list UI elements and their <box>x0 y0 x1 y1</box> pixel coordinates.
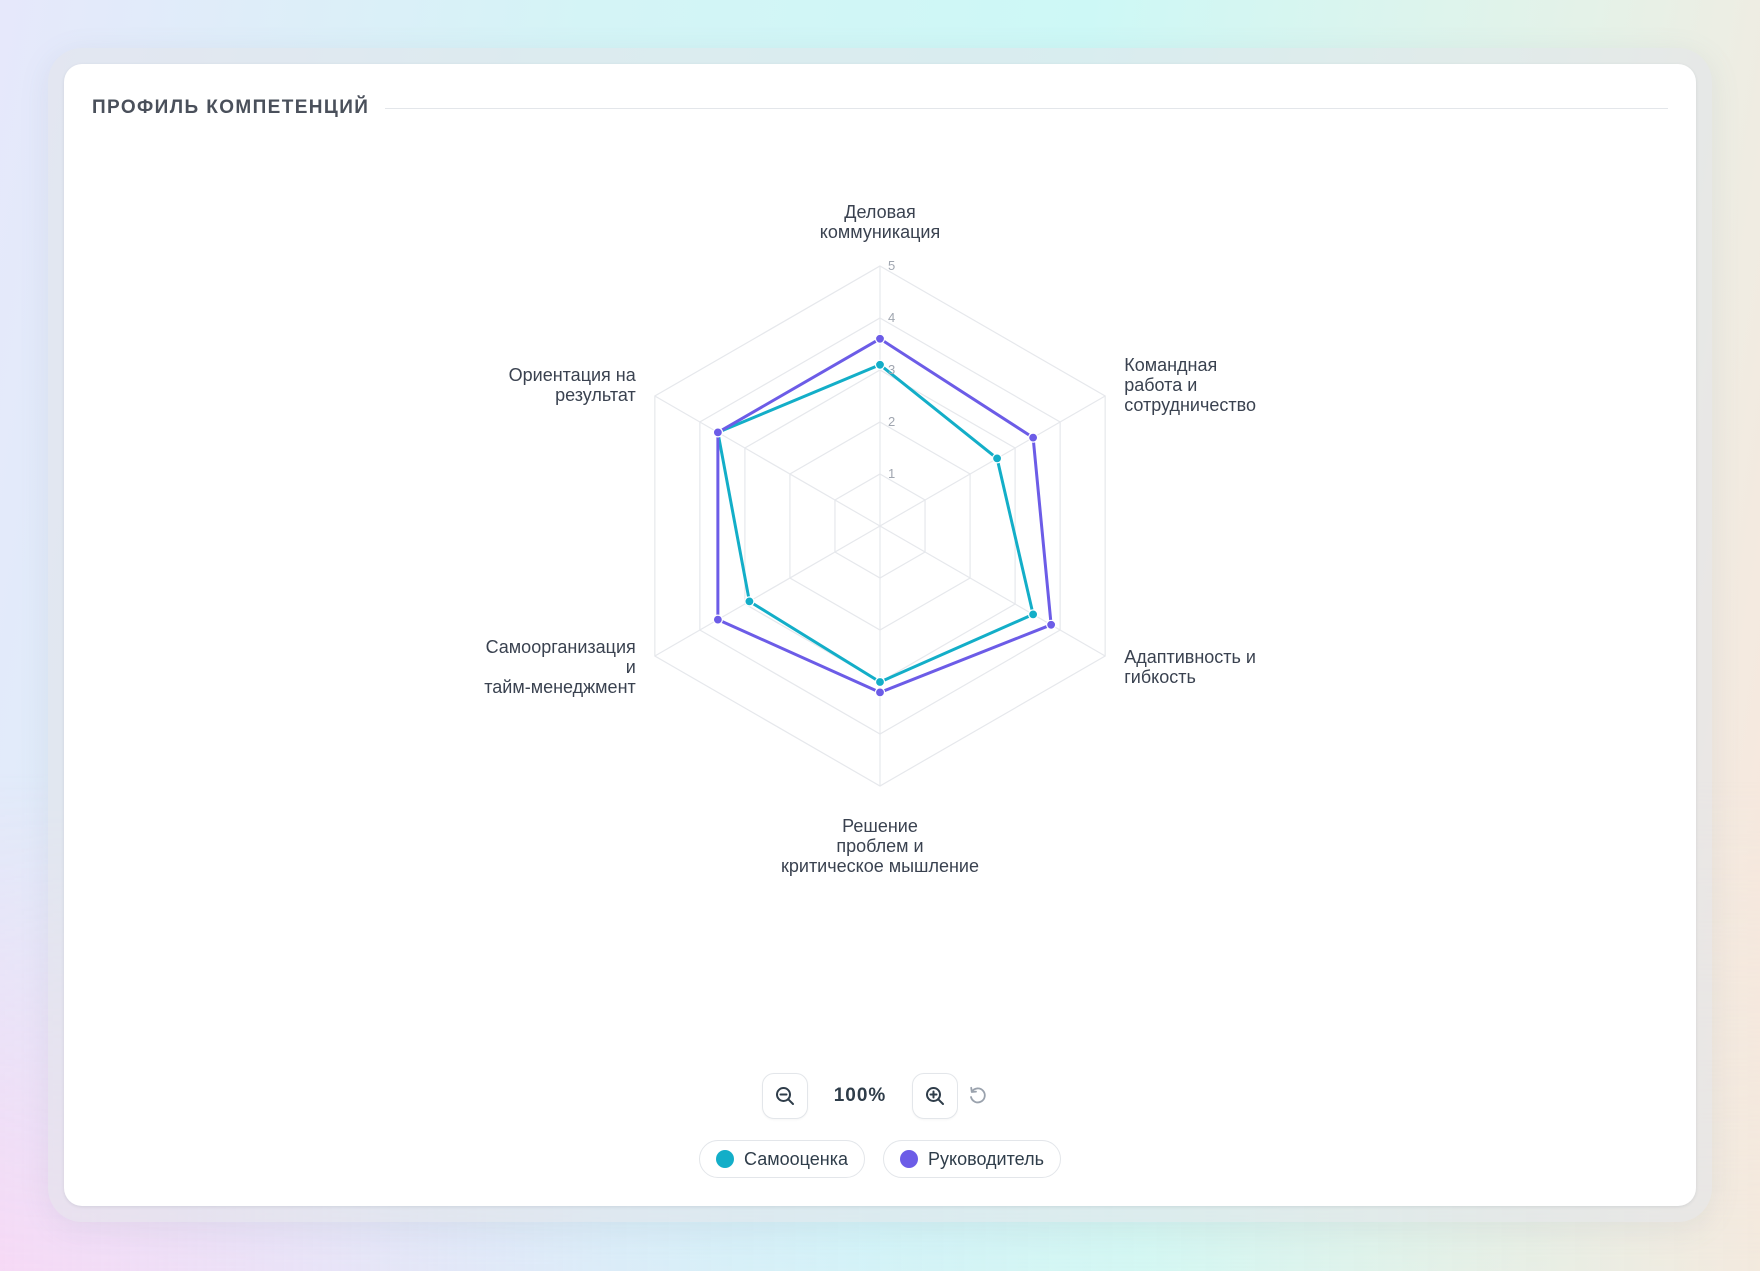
reset-zoom-button[interactable] <box>958 1073 998 1119</box>
series-point <box>712 614 723 625</box>
series-point <box>874 687 886 698</box>
axis-label-line: Адаптивность и <box>1124 647 1256 667</box>
grid-spoke <box>654 525 881 657</box>
series-point <box>1028 432 1039 443</box>
radar-chart: 1 2 3 4 5 Деловая коммуникация Командная работа … <box>484 202 1256 876</box>
legend-label-manager: Руководитель <box>927 1148 1044 1169</box>
grid-spoke <box>879 525 1106 657</box>
legend-label-self: Самооценка <box>744 1148 848 1169</box>
competency-card: ПРОФИЛЬ КОМПЕТЕНЦИЙ 1 2 3 4 5 Деловая коммуник… <box>64 64 1696 1206</box>
zoom-in-button[interactable] <box>912 1073 958 1119</box>
grid-spoke <box>879 395 1106 527</box>
tick-label: 2 <box>888 414 895 429</box>
tick-label: 4 <box>888 310 895 325</box>
axis-label: Решение проблем и критическое мышление <box>781 816 979 876</box>
legend-swatch-manager <box>899 1150 918 1168</box>
axis-label-line: критическое мышление <box>781 856 979 876</box>
zoom-controls: 100% <box>762 1072 1012 1120</box>
series-point <box>874 359 886 370</box>
zoom-in-icon <box>926 1087 944 1105</box>
zoom-level: 100% <box>833 1085 887 1106</box>
grid-spoke <box>654 395 881 527</box>
legend-item-self[interactable]: Самооценка <box>699 1140 865 1178</box>
axis-label-line: проблем и <box>836 836 923 856</box>
tick-label: 3 <box>888 362 895 377</box>
series-line-1 <box>716 337 1053 694</box>
tick-label: 1 <box>888 466 895 481</box>
axis-label-line: Деловая <box>844 202 915 222</box>
axis-label: Деловая коммуникация <box>820 202 940 242</box>
legend-swatch-self <box>716 1150 735 1168</box>
series-point <box>991 453 1003 464</box>
zoom-out-button[interactable] <box>762 1073 808 1119</box>
axis-label-line: гибкость <box>1124 667 1196 687</box>
axis-label-line: Ориентация на <box>509 365 637 385</box>
axis-label-line: результат <box>555 385 636 405</box>
series-point <box>1028 609 1039 620</box>
legend-item-manager[interactable]: Руководитель <box>882 1140 1061 1178</box>
axis-label-line: Решение <box>842 816 918 836</box>
axis-label-line: Самоорганизация <box>486 637 636 657</box>
axis-label-line: коммуникация <box>820 222 940 242</box>
zoom-out-icon <box>776 1087 794 1105</box>
series-point <box>874 333 886 344</box>
axis-label: Самоорганизация и тайм-менеджмент <box>484 637 636 697</box>
series-point <box>712 427 723 438</box>
reset-icon <box>970 1086 986 1104</box>
axis-label-line: Командная <box>1124 355 1217 375</box>
axis-label-line: работа и <box>1124 375 1197 395</box>
series-point <box>874 676 886 688</box>
series-point <box>744 596 755 607</box>
axis-label-line: сотрудничество <box>1124 395 1256 415</box>
axis-label: Командная работа и сотрудничество <box>1124 355 1256 415</box>
tick-label: 5 <box>888 258 895 273</box>
series-point <box>1046 619 1057 630</box>
chart-legend: Самооценка Руководитель <box>64 1140 1696 1178</box>
axis-label: Ориентация на результат <box>509 365 637 405</box>
axis-label: Адаптивность и гибкость <box>1124 647 1256 687</box>
axis-label-line: тайм-менеджмент <box>484 677 636 697</box>
axis-label-line: и <box>626 657 636 677</box>
